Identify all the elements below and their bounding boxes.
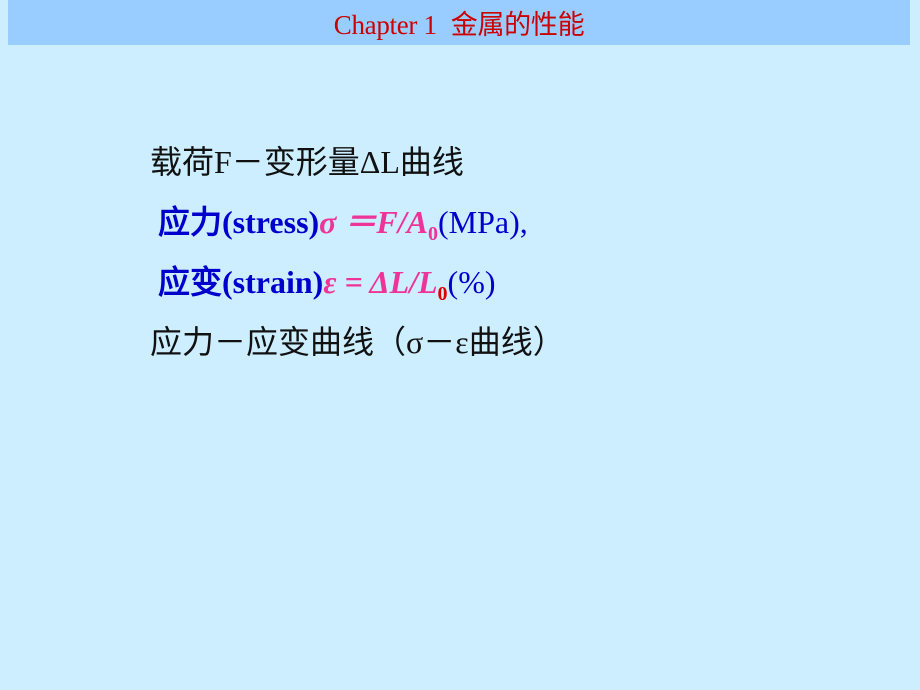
chapter-label: Chapter 1 — [333, 10, 437, 40]
stress-unit: (MPa), — [438, 204, 528, 240]
stress-formula-subscript: 0 — [428, 223, 439, 245]
strain-term-cn: 应变 — [158, 264, 223, 300]
strain-formula: ε = ΔL/L — [323, 264, 438, 300]
chapter-title: 金属的性能 — [450, 10, 585, 40]
stress-term-en: (stress) — [222, 204, 320, 240]
load-deformation-curve-line: 载荷F－变形量ΔL曲线 — [150, 144, 464, 180]
stress-formula: σ ＝F/A — [319, 204, 429, 240]
strain-unit: (%) — [447, 264, 496, 300]
strain-definition-line: 应变(strain)ε = ΔL/L0(%) — [158, 262, 496, 314]
slide-title: Chapter 1 金属的性能 — [334, 3, 585, 42]
stress-term-cn: 应力 — [158, 204, 223, 240]
stress-strain-curve-line: 应力－应变曲线（σ－ε曲线） — [150, 324, 565, 360]
slide-header: Chapter 1 金属的性能 — [8, 0, 910, 45]
stress-definition-line: 应力(stress)σ ＝F/A0(MPa), — [158, 202, 528, 254]
strain-formula-subscript: 0 — [437, 283, 448, 305]
strain-term-en: (strain) — [222, 264, 324, 300]
